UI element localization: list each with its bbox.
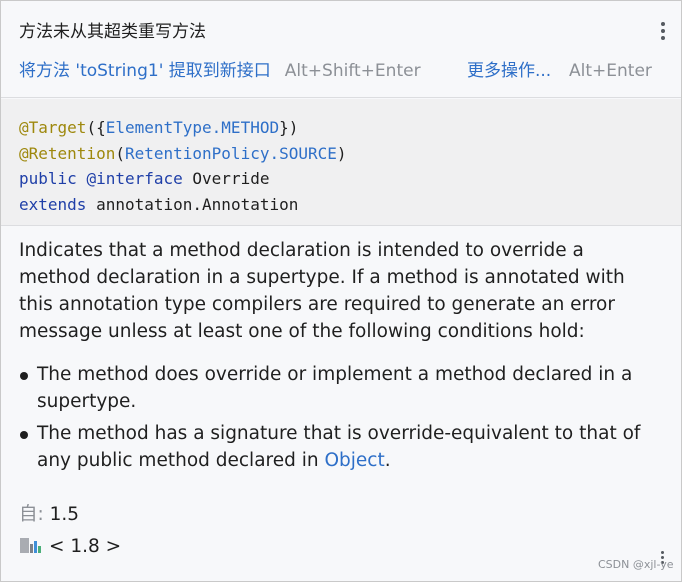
since-row: 自: 1.5: [19, 502, 79, 528]
list-item: The method does override or implement a …: [19, 361, 659, 415]
element-type-link[interactable]: ElementType.METHOD: [106, 118, 279, 137]
punctuation: (: [115, 143, 125, 163]
doc-description: Indicates that a method declaration is i…: [19, 240, 625, 342]
problem-title: 方法未从其超类重写方法: [19, 22, 206, 42]
extract-interface-action[interactable]: 将方法 'toString1' 提取到新接口: [19, 61, 271, 81]
punctuation: }): [279, 118, 299, 137]
bullet-icon: [20, 372, 28, 380]
retention-annotation[interactable]: @Retention: [19, 144, 115, 163]
list-item: The method has a signature that is overr…: [19, 420, 659, 474]
object-link[interactable]: Object: [324, 450, 384, 471]
vertical-ellipsis-icon[interactable]: [657, 20, 669, 42]
documentation-popup: 方法未从其超类重写方法 将方法 'toString1' 提取到新接口 Alt+Sh…: [0, 0, 682, 582]
conditions-list: The method does override or implement a …: [19, 361, 659, 479]
popup-header: 方法未从其超类重写方法 将方法 'toString1' 提取到新接口 Alt+Sh…: [1, 1, 681, 98]
watermark: CSDN @xjl-ye: [598, 558, 674, 571]
doc-body: Indicates that a method declaration is i…: [1, 227, 681, 581]
parent-type: annotation.Annotation: [96, 194, 299, 214]
bullet-text-end: .: [384, 450, 391, 471]
since-label: 自:: [19, 504, 44, 525]
signature-code-block: @Target({ElementType.METHOD}) @Retention…: [1, 99, 681, 226]
annotation-name: Override: [192, 169, 270, 188]
keyword-interface: @interface: [86, 169, 183, 188]
more-actions-shortcut: Alt+Enter: [569, 61, 652, 81]
bullet-icon: [20, 431, 28, 439]
target-annotation[interactable]: @Target: [19, 118, 86, 137]
library-icon: [19, 535, 43, 555]
sdk-label[interactable]: < 1.8 >: [49, 536, 121, 557]
retention-policy-link[interactable]: RetentionPolicy.SOURCE: [125, 144, 337, 163]
sdk-row: < 1.8 >: [19, 534, 121, 560]
more-actions-link[interactable]: 更多操作...: [467, 59, 551, 83]
quick-fix-row: 将方法 'toString1' 提取到新接口 Alt+Shift+Enter 更多…: [19, 59, 652, 83]
keyword-public: public: [19, 169, 77, 188]
since-value: 1.5: [49, 504, 80, 525]
punctuation: ): [336, 143, 347, 163]
fix-shortcut: Alt+Shift+Enter: [284, 61, 421, 81]
keyword-extends: extends: [19, 194, 87, 214]
punctuation: ({: [86, 118, 106, 137]
bullet-text: The method does override or implement a …: [37, 364, 633, 412]
